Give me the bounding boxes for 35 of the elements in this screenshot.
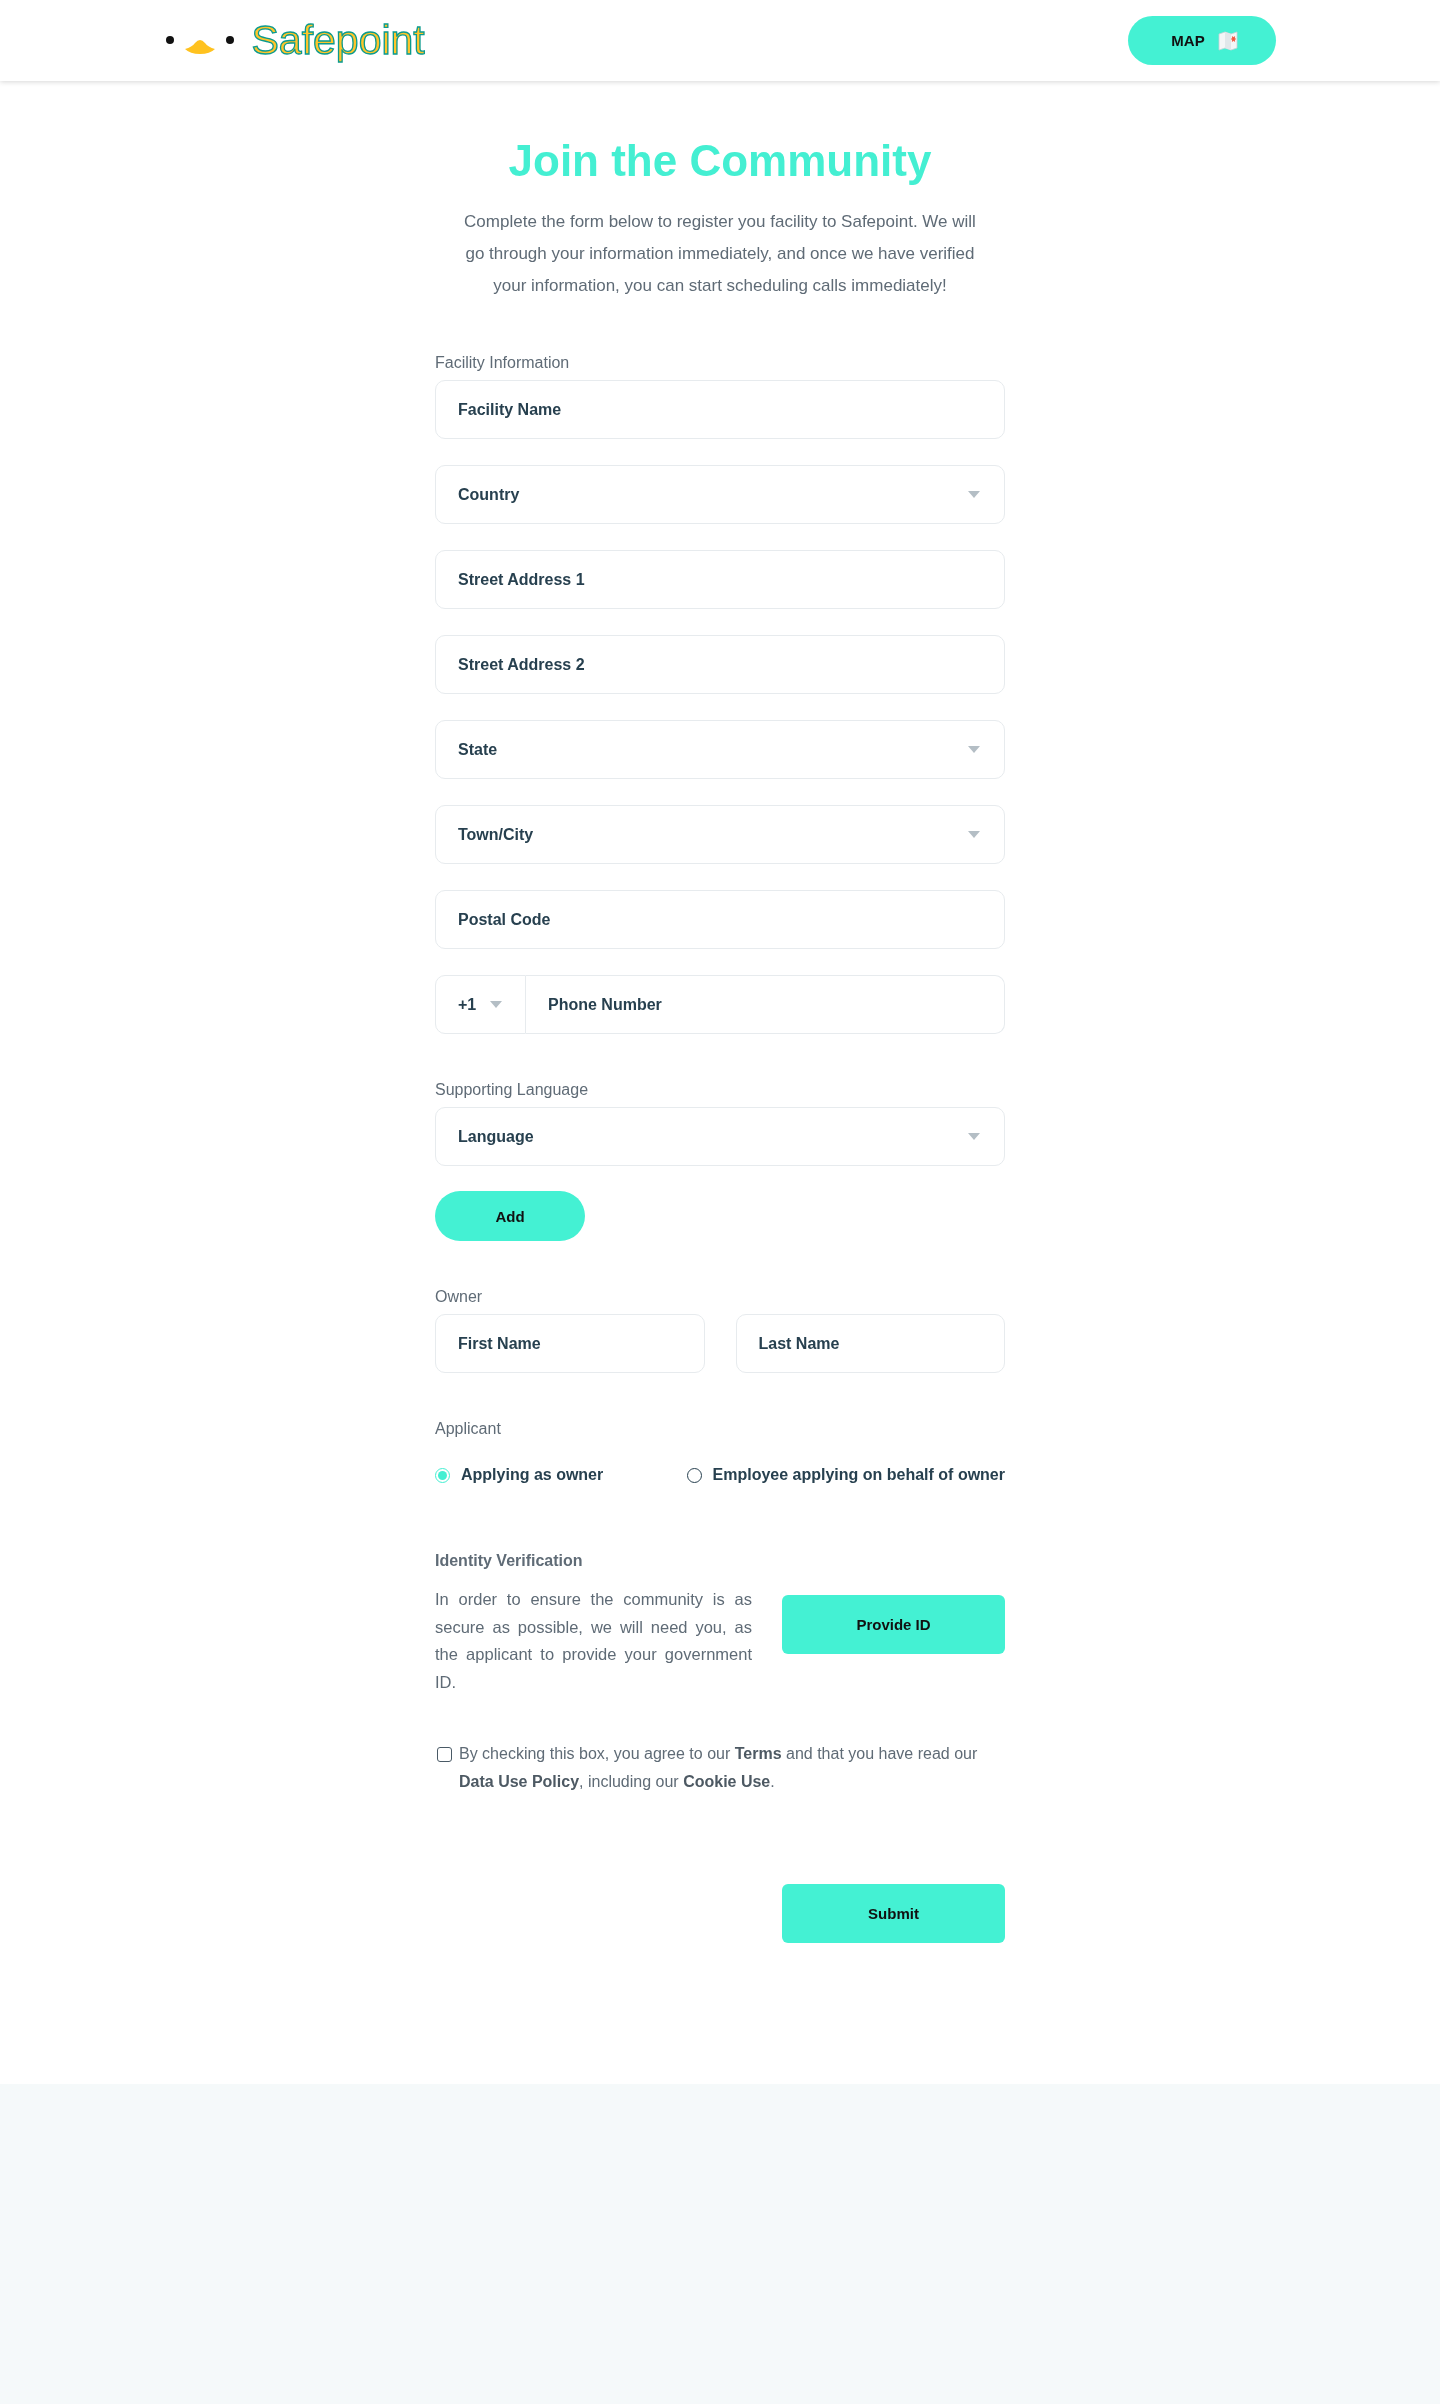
map-button[interactable]: MAP bbox=[1127, 16, 1276, 65]
input-field[interactable]: Last Name bbox=[735, 1314, 1005, 1373]
input-field[interactable]: First Name bbox=[435, 1314, 705, 1373]
identity-text: In order to ensure the community is as secure as possible, we will need you, as the applicant to provide your government ID. bbox=[435, 1589, 752, 1693]
dropdown-field[interactable]: Language bbox=[435, 1107, 1005, 1166]
dropdown-field[interactable]: Town/City bbox=[435, 805, 1005, 864]
logo-wordmark: Safepoint bbox=[251, 15, 425, 64]
section-label: Supporting Language bbox=[435, 1080, 589, 1100]
intro-text: Complete the form below to register you facility to Safepoint. We will go through your information immediately, and once we have verified your information, you can start scheduling calls immediately! bbox=[463, 211, 977, 297]
radio-option[interactable]: Applying as owner bbox=[435, 1465, 604, 1485]
section-label: Facility Information bbox=[435, 353, 570, 373]
caret-icon bbox=[490, 1001, 503, 1008]
radio-option[interactable]: Employee applying on behalf of owner bbox=[686, 1465, 1005, 1485]
input-field[interactable]: Postal Code bbox=[435, 890, 1005, 949]
input-field[interactable]: Facility Name bbox=[435, 380, 1005, 439]
map-icon bbox=[1217, 30, 1238, 51]
caret-icon bbox=[968, 491, 980, 498]
section-label: Applicant bbox=[435, 1419, 501, 1439]
caret-icon bbox=[968, 831, 980, 838]
dropdown-field[interactable]: Country bbox=[435, 465, 1005, 524]
page-title: Join the Community bbox=[508, 136, 932, 186]
caret-icon bbox=[968, 1133, 980, 1140]
dropdown-field[interactable]: State bbox=[435, 720, 1005, 779]
section-label: Identity Verification bbox=[435, 1551, 583, 1571]
consent-text: By checking this box, you agree to our Terms and that you have read our Data Use Policy, including our Cookie Use. bbox=[459, 1744, 979, 1792]
section-label: Owner bbox=[435, 1287, 483, 1307]
provide-id-button[interactable]: Provide ID bbox=[782, 1595, 1005, 1654]
logo-icon bbox=[164, 33, 235, 56]
input-field[interactable]: Street Address 2 bbox=[435, 635, 1005, 694]
input-field[interactable]: Phone Number bbox=[526, 975, 1005, 1034]
add-button[interactable]: Add bbox=[435, 1191, 585, 1241]
checkbox[interactable] bbox=[437, 1747, 452, 1762]
caret-icon bbox=[968, 746, 980, 753]
input-field[interactable]: Street Address 1 bbox=[435, 550, 1005, 609]
submit-button[interactable]: Submit bbox=[782, 1884, 1005, 1943]
